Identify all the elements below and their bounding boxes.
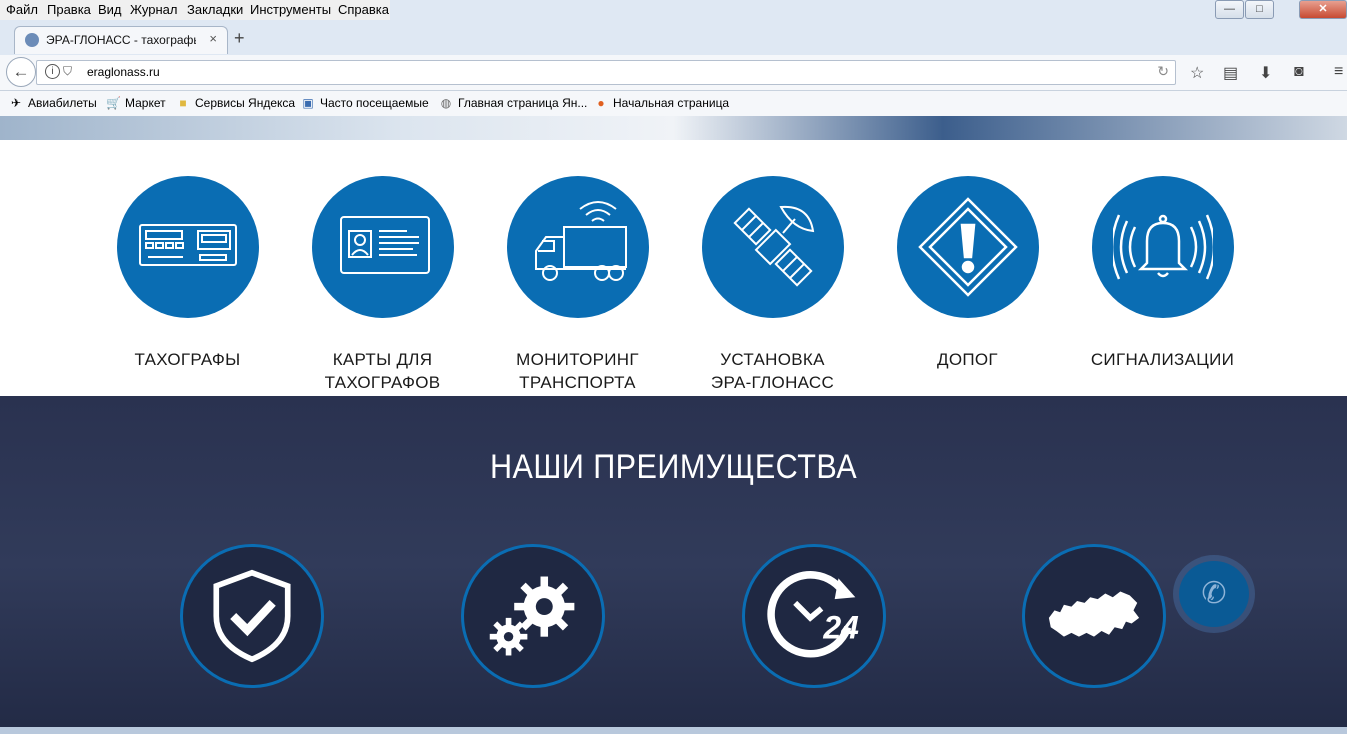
folder-icon: ■ (179, 96, 187, 110)
service-label[interactable]: КАРТЫ ДЛЯ ТАХОГРАФОВ (285, 348, 480, 394)
hero-banner-strip (0, 116, 1347, 140)
service-label[interactable]: ТАХОГРАФЫ (90, 348, 285, 371)
service-label[interactable]: ДОПОГ (870, 348, 1065, 371)
bookmark-aviabilety[interactable]: ✈ Авиабилеты (9, 96, 97, 110)
tachograph-icon[interactable] (116, 176, 259, 318)
tab-eraglonass[interactable]: ЭРА-ГЛОНАСС - тахографы × (14, 26, 228, 54)
bookmark-most-visited[interactable]: ▣ Часто посещаемые (301, 96, 428, 110)
service-era-glonass-install[interactable]: УСТАНОВКА ЭРА-ГЛОНАСС (675, 176, 870, 394)
service-tachograph-cards[interactable]: КАРТЫ ДЛЯ ТАХОГРАФОВ (285, 176, 480, 394)
bookmark-star-icon[interactable]: ☆ (1190, 63, 1204, 83)
service-tachographs[interactable]: ТАХОГРАФЫ (90, 176, 285, 371)
reading-list-icon[interactable]: ▤ (1223, 63, 1238, 83)
advantages-section: НАШИ ПРЕИМУЩЕСТВА 24 (0, 396, 1347, 734)
service-label[interactable]: УСТАНОВКА ЭРА-ГЛОНАСС (675, 348, 870, 394)
service-transport-monitoring[interactable]: МОНИТОРИНГ ТРАНСПОРТА (480, 176, 675, 394)
bookmark-yandex-services[interactable]: ■ Сервисы Яндекса (176, 96, 295, 110)
reload-icon[interactable]: ↻ (1157, 63, 1169, 80)
menu-file[interactable]: Файл (6, 2, 38, 17)
address-bar[interactable]: i ⛉ eraglonass.ru ↻ (36, 60, 1176, 85)
clock-24-icon: 24 (742, 544, 886, 688)
hazard-sign-icon[interactable] (896, 176, 1039, 318)
satellite-icon[interactable] (701, 176, 844, 318)
clock-24-badge: 24 (822, 610, 859, 646)
globe-icon: ◍ (440, 96, 452, 110)
site-favicon-icon (25, 33, 39, 47)
service-label[interactable]: СИГНАЛИЗАЦИИ (1065, 348, 1260, 371)
menu-help[interactable]: Справка (338, 2, 389, 17)
menu-hamburger-icon[interactable]: ≡ (1334, 63, 1343, 81)
back-button[interactable]: ← (6, 57, 36, 87)
bookmark-start-page[interactable]: ● Начальная страница (594, 96, 729, 110)
menu-history[interactable]: Журнал (130, 2, 177, 17)
gears-icon (461, 544, 605, 688)
menu-view[interactable]: Вид (98, 2, 122, 17)
menu-tools[interactable]: Инструменты (250, 2, 331, 17)
menu-bar: Файл Правка Вид Журнал Закладки Инструме… (0, 0, 390, 20)
menu-bookmarks[interactable]: Закладки (187, 2, 243, 17)
firefox-icon: ● (597, 96, 605, 110)
close-tab-icon[interactable]: × (209, 31, 217, 46)
minimize-button[interactable]: — (1215, 0, 1244, 19)
driver-card-icon[interactable] (311, 176, 454, 318)
menu-edit[interactable]: Правка (47, 2, 91, 17)
cart-icon: 🛒 (106, 96, 121, 110)
pocket-icon[interactable]: ◙ (1294, 63, 1304, 81)
bookmark-yandex-home[interactable]: ◍ Главная страница Ян... (439, 96, 588, 110)
phone-call-button[interactable]: ✆ (1179, 561, 1249, 627)
close-window-button[interactable]: ✕ (1299, 0, 1347, 19)
advantages-title: НАШИ ПРЕИМУЩЕСТВА (489, 448, 858, 486)
taskbar (0, 727, 1347, 734)
new-tab-button[interactable]: + (234, 28, 245, 49)
services-section: ТАХОГРАФЫ КАРТЫ ДЛЯ ТАХОГРАФОВ МОНИТОРИН… (0, 140, 1347, 396)
tab-strip: ЭРА-ГЛОНАСС - тахографы × + (0, 22, 1347, 54)
maximize-button[interactable]: □ (1245, 0, 1274, 19)
service-dopog[interactable]: ДОПОГ (870, 176, 1065, 371)
downloads-icon[interactable]: ⬇ (1259, 63, 1272, 83)
navigation-bar: ← i ⛉ eraglonass.ru ↻ ☆ ▤ ⬇ ◙ ≡ (0, 55, 1347, 91)
bookmarks-toolbar: ✈ Авиабилеты 🛒 Маркет ■ Сервисы Яндекса ▣ Ча… (0, 91, 1347, 116)
shield-check-icon (180, 544, 324, 688)
url-text[interactable]: eraglonass.ru (87, 65, 160, 79)
truck-signal-icon[interactable] (506, 176, 649, 318)
tab-title: ЭРА-ГЛОНАСС - тахографы (46, 33, 196, 47)
plane-icon: ✈ (10, 96, 22, 110)
bookmark-market[interactable]: 🛒 Маркет (106, 96, 166, 110)
alarm-bell-icon[interactable] (1091, 176, 1234, 318)
service-alarms[interactable]: СИГНАЛИЗАЦИИ (1065, 176, 1260, 371)
service-label[interactable]: МОНИТОРИНГ ТРАНСПОРТА (480, 348, 675, 394)
history-icon: ▣ (302, 96, 314, 110)
tracking-shield-icon[interactable]: ⛉ (63, 64, 72, 79)
russia-map-icon (1022, 544, 1166, 688)
browser-chrome: Файл Правка Вид Журнал Закладки Инструме… (0, 0, 1347, 116)
info-icon[interactable]: i (45, 64, 60, 79)
